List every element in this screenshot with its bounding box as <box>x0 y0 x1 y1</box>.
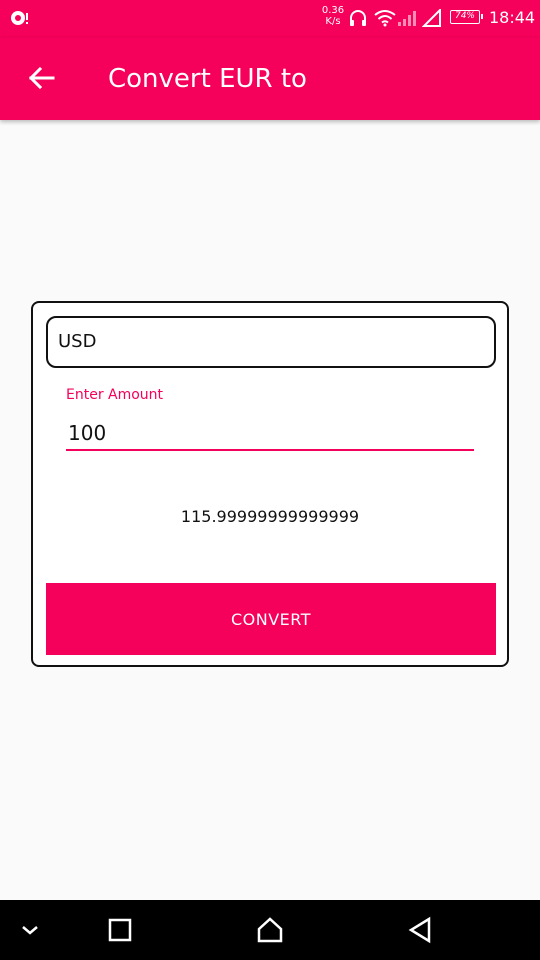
app-bar: Convert EUR to <box>0 38 540 120</box>
page-title: Convert EUR to <box>108 64 307 94</box>
cell-signal-icon <box>398 11 416 26</box>
amount-input[interactable] <box>66 417 474 451</box>
network-speed: 0.36 K/s <box>320 5 346 27</box>
network-speed-unit: K/s <box>325 16 341 27</box>
convert-button[interactable]: CONVERT <box>46 583 496 655</box>
recents-icon[interactable] <box>105 915 135 945</box>
amount-label: Enter Amount <box>66 387 164 403</box>
headphones-icon <box>350 10 366 26</box>
network-speed-value: 0.36 <box>321 5 345 16</box>
notification-icon <box>11 11 28 25</box>
chevron-down-icon[interactable] <box>15 915 45 945</box>
conversion-result: 115.99999999999999 <box>180 507 360 526</box>
navigation-bar <box>0 900 540 960</box>
status-bar: 0.36 K/s 74% 18:44 <box>0 0 540 38</box>
signal-icon <box>422 9 441 27</box>
wifi-icon <box>374 10 396 27</box>
currency-field[interactable]: USD <box>46 316 496 368</box>
converter-card: USD Enter Amount 115.99999999999999 CONV… <box>31 301 509 667</box>
battery-icon: 74% <box>450 10 483 24</box>
back-icon[interactable] <box>405 915 435 945</box>
arrow-back-icon[interactable] <box>26 63 56 93</box>
home-icon[interactable] <box>255 915 285 945</box>
status-time: 18:44 <box>489 8 536 27</box>
